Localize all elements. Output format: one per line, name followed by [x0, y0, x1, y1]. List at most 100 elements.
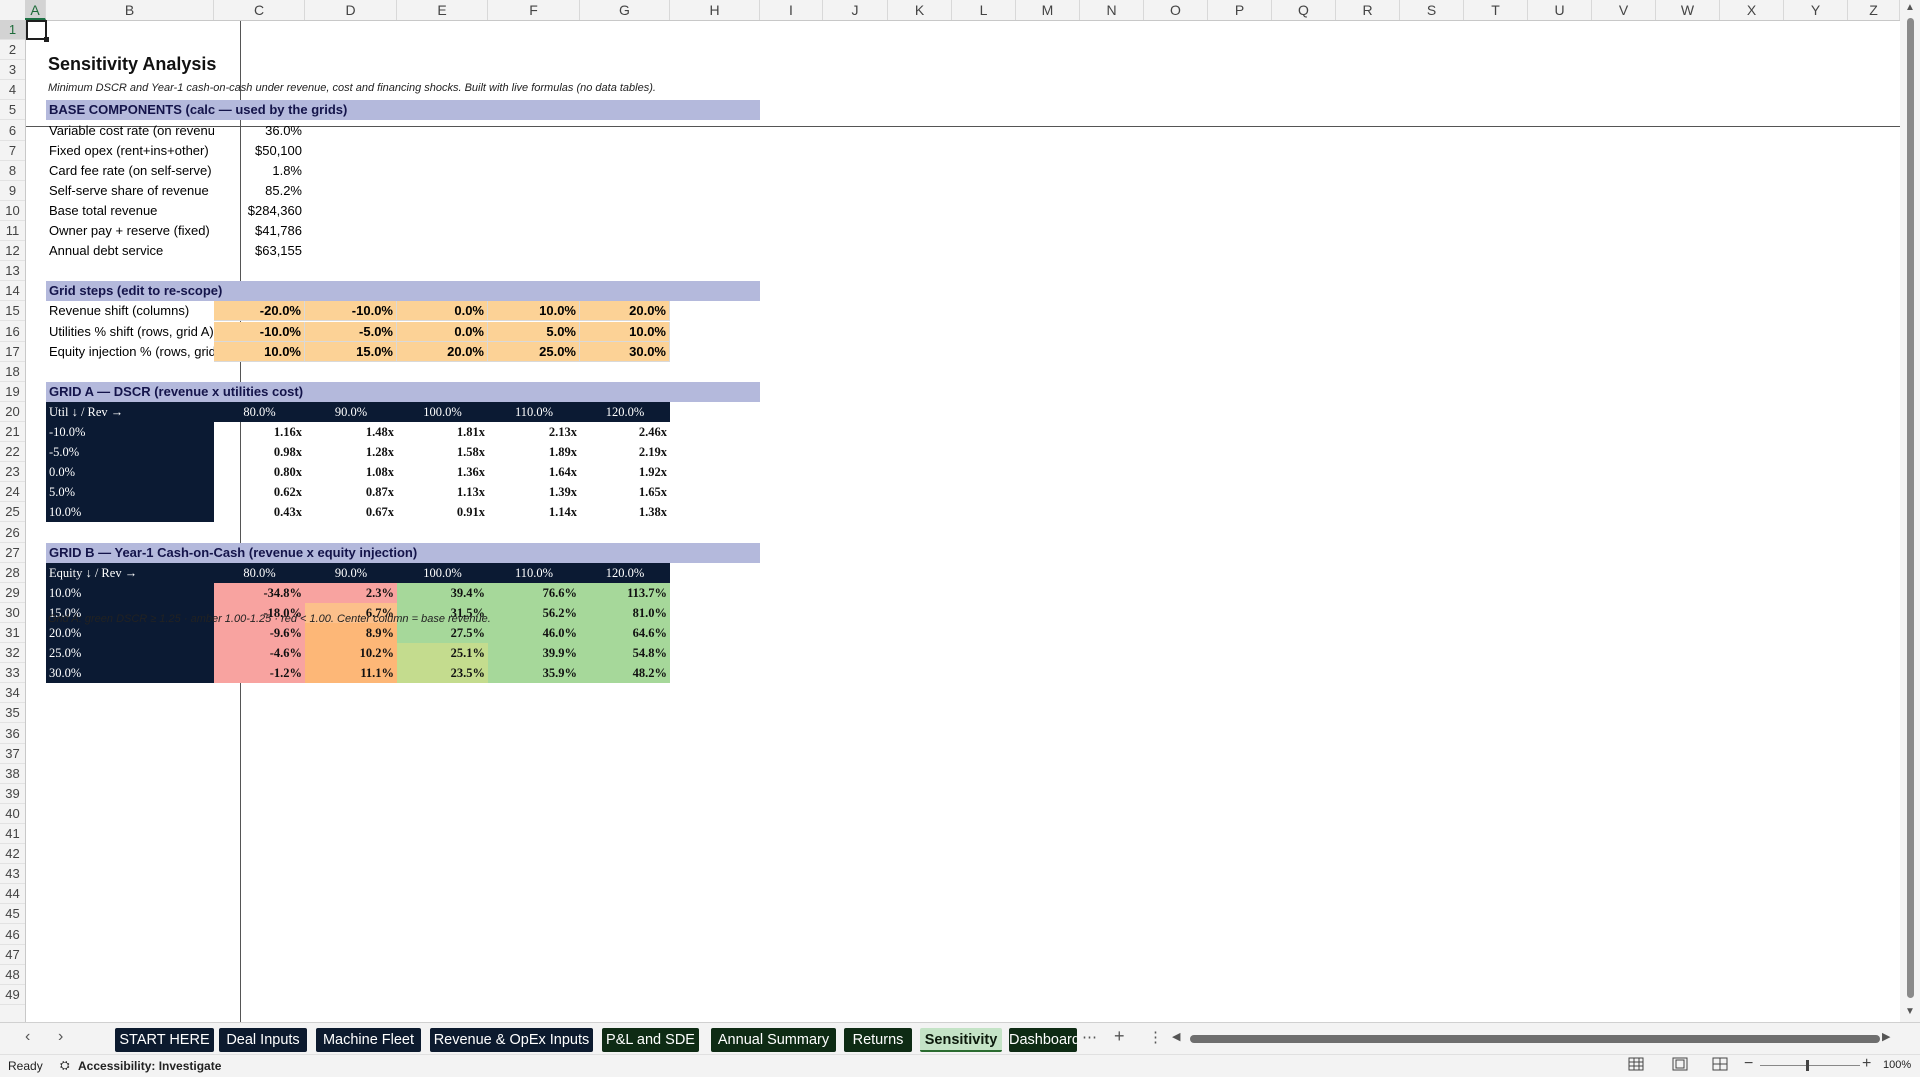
- grid-a-value[interactable]: 1.14x: [488, 502, 580, 522]
- column-header-v[interactable]: V: [1592, 0, 1656, 20]
- next-sheet-icon[interactable]: ›: [58, 1028, 63, 1046]
- row-header-47[interactable]: 47: [0, 945, 25, 965]
- column-header-j[interactable]: J: [823, 0, 888, 20]
- grid-b-value[interactable]: 10.2%: [305, 643, 397, 664]
- column-header-k[interactable]: K: [888, 0, 952, 20]
- grid-b-value[interactable]: -1.2%: [214, 663, 305, 684]
- column-header-c[interactable]: C: [214, 0, 305, 20]
- tab-machine-fleet[interactable]: Machine Fleet: [316, 1028, 421, 1052]
- column-header-l[interactable]: L: [952, 0, 1016, 20]
- column-header-f[interactable]: F: [488, 0, 580, 20]
- tab-dashboard[interactable]: Dashboard: [1009, 1028, 1077, 1052]
- grid-b-value[interactable]: 35.9%: [488, 663, 580, 684]
- grid-b-value[interactable]: 76.6%: [488, 582, 580, 603]
- row-header-6[interactable]: 6: [0, 121, 25, 141]
- row-header-31[interactable]: 31: [0, 623, 25, 644]
- column-header-a[interactable]: A: [25, 0, 46, 20]
- row-header-4[interactable]: 4: [0, 80, 25, 101]
- column-header-u[interactable]: U: [1528, 0, 1592, 20]
- row-header-17[interactable]: 17: [0, 342, 25, 362]
- row-header-48[interactable]: 48: [0, 965, 25, 985]
- row-header-33[interactable]: 33: [0, 663, 25, 684]
- grid-b-value[interactable]: 56.2%: [488, 602, 580, 623]
- row-header-3[interactable]: 3: [0, 60, 25, 81]
- scroll-right-icon[interactable]: ▶: [1882, 1030, 1890, 1043]
- row-header-38[interactable]: 38: [0, 764, 25, 784]
- column-header-z[interactable]: Z: [1848, 0, 1900, 20]
- grid-b-value[interactable]: 39.9%: [488, 643, 580, 664]
- grid-b-value[interactable]: 23.5%: [397, 663, 488, 684]
- grid-a-value[interactable]: 1.38x: [580, 502, 670, 522]
- column-header-s[interactable]: S: [1400, 0, 1464, 20]
- page-break-preview-icon[interactable]: [1712, 1057, 1732, 1073]
- tab-p-l-and-sde[interactable]: P&L and SDE: [602, 1028, 699, 1052]
- row-header-7[interactable]: 7: [0, 141, 25, 161]
- horizontal-scroll-thumb[interactable]: [1190, 1035, 1880, 1043]
- grid-a-value[interactable]: 0.62x: [214, 482, 305, 502]
- row-header-23[interactable]: 23: [0, 462, 25, 483]
- column-header-n[interactable]: N: [1080, 0, 1144, 20]
- row-header-11[interactable]: 11: [0, 221, 25, 242]
- grid-step-input[interactable]: -10.0%: [214, 321, 305, 342]
- more-sheets-icon[interactable]: ⋯: [1082, 1028, 1097, 1046]
- grid-b-value[interactable]: 46.0%: [488, 623, 580, 644]
- tab-options-icon[interactable]: ⋮: [1148, 1028, 1163, 1046]
- grid-step-input[interactable]: 10.0%: [488, 301, 580, 322]
- row-header-49[interactable]: 49: [0, 985, 25, 1005]
- column-header-x[interactable]: X: [1720, 0, 1784, 20]
- grid-a-value[interactable]: 0.43x: [214, 502, 305, 522]
- grid-b-value[interactable]: 81.0%: [580, 602, 670, 623]
- grid-b-value[interactable]: 54.8%: [580, 643, 670, 664]
- horizontal-scrollbar[interactable]: ◀ ▶: [1172, 1030, 1894, 1045]
- row-header-30[interactable]: 30: [0, 603, 25, 623]
- row-header-13[interactable]: 13: [0, 261, 25, 282]
- column-header-h[interactable]: H: [670, 0, 760, 20]
- row-header-15[interactable]: 15: [0, 301, 25, 322]
- grid-a-value[interactable]: 2.13x: [488, 422, 580, 442]
- grid-a-value[interactable]: 1.64x: [488, 462, 580, 482]
- row-header-29[interactable]: 29: [0, 583, 25, 603]
- row-header-36[interactable]: 36: [0, 724, 25, 744]
- tab-returns[interactable]: Returns: [844, 1028, 912, 1052]
- tab-annual-summary[interactable]: Annual Summary: [711, 1028, 836, 1052]
- row-header-8[interactable]: 8: [0, 161, 25, 181]
- add-sheet-button[interactable]: +: [1114, 1026, 1125, 1047]
- grid-a-value[interactable]: 1.92x: [580, 462, 670, 482]
- row-header-21[interactable]: 21: [0, 422, 25, 443]
- column-header-d[interactable]: D: [305, 0, 397, 20]
- row-header-41[interactable]: 41: [0, 824, 25, 845]
- row-header-12[interactable]: 12: [0, 241, 25, 262]
- scroll-down-icon[interactable]: ▼: [1905, 1006, 1915, 1017]
- row-header-39[interactable]: 39: [0, 784, 25, 804]
- grid-b-value[interactable]: 25.1%: [397, 643, 488, 664]
- row-header-34[interactable]: 34: [0, 683, 25, 704]
- zoom-slider[interactable]: [1760, 1065, 1860, 1066]
- grid-b-value[interactable]: 64.6%: [580, 623, 670, 644]
- grid-step-input[interactable]: -5.0%: [305, 321, 397, 342]
- tab-sensitivity[interactable]: Sensitivity: [920, 1028, 1002, 1052]
- grid-a-value[interactable]: 0.67x: [305, 502, 397, 522]
- row-header-18[interactable]: 18: [0, 362, 25, 382]
- grid-b-value[interactable]: 27.5%: [397, 623, 488, 644]
- column-header-y[interactable]: Y: [1784, 0, 1848, 20]
- grid-a-value[interactable]: 0.98x: [214, 442, 305, 462]
- page-layout-icon[interactable]: [1672, 1057, 1692, 1073]
- row-header-24[interactable]: 24: [0, 482, 25, 503]
- column-header-o[interactable]: O: [1144, 0, 1208, 20]
- grid-a-value[interactable]: 1.28x: [305, 442, 397, 462]
- column-header-e[interactable]: E: [397, 0, 488, 20]
- zoom-level[interactable]: 100%: [1883, 1059, 1911, 1071]
- row-header-35[interactable]: 35: [0, 703, 25, 724]
- grid-a-value[interactable]: 0.80x: [214, 462, 305, 482]
- row-header-25[interactable]: 25: [0, 502, 25, 523]
- row-header-44[interactable]: 44: [0, 884, 25, 905]
- grid-b-value[interactable]: 8.9%: [305, 623, 397, 644]
- grid-b-value[interactable]: -4.6%: [214, 643, 305, 664]
- grid-step-input[interactable]: 10.0%: [580, 321, 670, 342]
- zoom-out-button[interactable]: −: [1744, 1055, 1753, 1073]
- zoom-slider-thumb[interactable]: [1806, 1060, 1809, 1071]
- row-header-37[interactable]: 37: [0, 744, 25, 764]
- grid-step-input[interactable]: 20.0%: [397, 341, 488, 362]
- grid-a-value[interactable]: 1.13x: [397, 482, 488, 502]
- grid-step-input[interactable]: 0.0%: [397, 321, 488, 342]
